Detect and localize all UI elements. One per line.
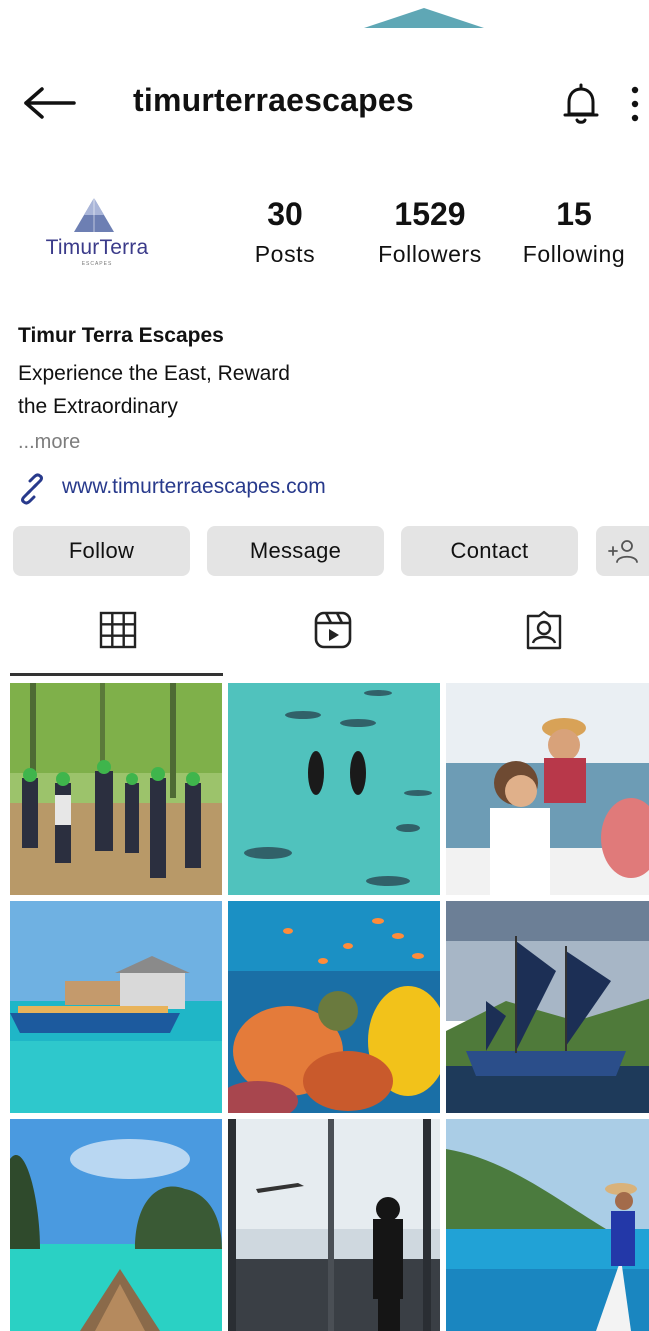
stat-following[interactable]: 15 Following: [512, 196, 636, 268]
bio-more-link[interactable]: ...more: [18, 431, 80, 454]
contact-button[interactable]: Contact: [401, 526, 578, 576]
stat-posts-value: 30: [267, 196, 303, 232]
stat-following-label: Following: [522, 241, 626, 267]
stat-followers-value: 1529: [394, 196, 466, 232]
profile-username: timurterraescapes: [133, 82, 414, 118]
post-thumbnail[interactable]: [228, 1119, 440, 1331]
bio-line: the Extraordinary: [18, 395, 178, 418]
stat-posts[interactable]: 30 Posts: [244, 196, 326, 268]
post-thumbnail[interactable]: [10, 1119, 222, 1331]
active-tab-indicator: [10, 673, 223, 676]
stat-followers-label: Followers: [378, 241, 482, 267]
display-name: Timur Terra Escapes: [18, 324, 224, 347]
stat-followers[interactable]: 1529 Followers: [366, 196, 494, 268]
more-options-icon[interactable]: [628, 86, 642, 122]
logo-subtext: ESCAPES: [81, 261, 113, 267]
post-thumbnail[interactable]: [228, 901, 440, 1113]
post-thumbnail[interactable]: [10, 901, 222, 1113]
link-icon: [21, 473, 43, 505]
post-thumbnail[interactable]: [446, 901, 649, 1113]
message-button[interactable]: Message: [207, 526, 384, 576]
post-thumbnail[interactable]: [446, 683, 649, 895]
add-user-icon: [608, 540, 638, 563]
post-thumbnail[interactable]: [446, 1119, 649, 1331]
logo-wordmark: TimurTerra: [45, 236, 149, 259]
suggested-users-button[interactable]: [596, 526, 649, 576]
status-notch: [364, 8, 484, 28]
stat-following-value: 15: [556, 196, 592, 232]
post-thumbnail[interactable]: [10, 683, 222, 895]
logo-mountain-icon: [74, 198, 114, 232]
bio-line: Experience the East, Reward: [18, 362, 290, 385]
tagged-icon[interactable]: [524, 610, 564, 650]
website-link[interactable]: www.timurterraescapes.com: [62, 475, 326, 499]
stat-posts-label: Posts: [254, 241, 316, 267]
back-arrow-icon[interactable]: [22, 86, 78, 120]
follow-button[interactable]: Follow: [13, 526, 190, 576]
grid-icon[interactable]: [98, 610, 138, 650]
bell-icon[interactable]: [558, 82, 604, 126]
post-thumbnail[interactable]: [228, 683, 440, 895]
avatar[interactable]: TimurTerra ESCAPES: [18, 182, 168, 282]
reels-icon[interactable]: [313, 610, 353, 650]
